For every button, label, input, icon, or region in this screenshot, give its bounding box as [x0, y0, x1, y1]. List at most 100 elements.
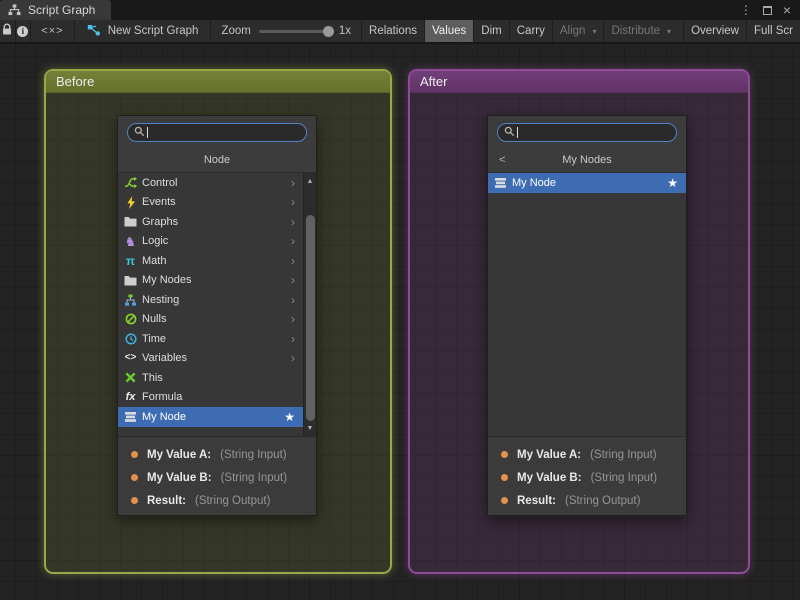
chevron-right-icon: › [291, 235, 299, 247]
variables-icon: <> [123, 353, 138, 363]
port-description: My Value A: (String Input) [118, 443, 316, 466]
favorite-star-icon[interactable]: ★ [667, 177, 682, 189]
chevron-right-icon: › [291, 352, 299, 364]
finder-list-item[interactable]: Control › [118, 173, 303, 193]
text-cursor [147, 127, 148, 138]
maximize-icon[interactable] [763, 6, 772, 15]
port-dot-icon [501, 497, 508, 504]
port-dot-icon [501, 474, 508, 481]
lock-icon [1, 23, 13, 39]
time-icon [123, 333, 138, 345]
scrollbar-thumb[interactable] [306, 215, 315, 421]
new-script-graph-button[interactable]: New Script Graph [75, 20, 212, 42]
toolbar-button[interactable]: Relations [361, 20, 424, 42]
finder-category-header: < My Nodes [488, 148, 686, 172]
chevron-right-icon: › [291, 255, 299, 267]
finder-list-item[interactable]: Events › [118, 193, 303, 213]
nulls-icon [123, 313, 138, 325]
toolbar-button[interactable]: Full Scr [746, 20, 800, 42]
chevron-right-icon: › [291, 333, 299, 345]
node-icon [493, 177, 508, 189]
info-button[interactable]: i [16, 20, 32, 42]
events-icon [123, 196, 138, 209]
group-after-header[interactable]: After [410, 71, 748, 93]
finder-category-header: Node [118, 148, 316, 172]
port-dot-icon [131, 451, 138, 458]
control-icon [123, 176, 138, 189]
nesting-icon [123, 294, 138, 306]
toolbar-button[interactable]: Dim [473, 20, 508, 42]
finder-list-item[interactable]: <> Variables › [118, 349, 303, 369]
chevron-right-icon: › [291, 313, 299, 325]
back-button[interactable]: < [499, 154, 505, 166]
search-input[interactable] [127, 123, 307, 142]
chevron-right-icon: › [291, 216, 299, 228]
this-icon [123, 372, 138, 383]
scroll-up-icon[interactable]: ▲ [304, 175, 316, 187]
finder-list-item[interactable]: π Math › [118, 251, 303, 271]
zoom-slider-handle[interactable] [323, 26, 334, 37]
tab-script-graph[interactable]: Script Graph [0, 0, 111, 20]
favorite-star-icon[interactable]: ★ [284, 411, 299, 423]
graph-canvas[interactable]: Before After Node [0, 44, 800, 600]
toolbar-button[interactable]: Values [424, 20, 473, 42]
finder-list-item[interactable]: My Nodes › [118, 271, 303, 291]
scroll-down-icon[interactable]: ▼ [304, 422, 316, 434]
port-description: My Value B: (String Input) [118, 466, 316, 489]
info-icon: i [17, 26, 28, 37]
folder-icon [123, 275, 138, 286]
scrollbar[interactable]: ▲ ▼ [303, 173, 316, 436]
finder-list-item[interactable]: My Node ★ [118, 407, 303, 427]
toolbar-button[interactable]: Overview [683, 20, 746, 42]
formula-icon: fx [123, 392, 138, 403]
tab-bar: Script Graph ⋮ × [0, 0, 800, 20]
close-icon[interactable]: × [783, 3, 791, 17]
dropdown-caret-icon: ▾ [667, 27, 671, 36]
finder-option-list: My Node ★ [488, 172, 686, 437]
hierarchy-icon [7, 4, 22, 16]
logic-icon: ♞ [123, 235, 138, 248]
finder-list-item[interactable]: Nesting › [118, 290, 303, 310]
unity-script-graph-window: Script Graph ⋮ × i <×> New Script Graph … [0, 0, 800, 600]
search-input[interactable] [497, 123, 677, 142]
finder-list-item[interactable]: ♞ Logic › [118, 232, 303, 252]
port-dot-icon [501, 451, 508, 458]
zoom-value: 1x [339, 25, 351, 37]
finder-list-item[interactable]: Nulls › [118, 310, 303, 330]
fuzzy-finder-before: Node Control › Event [117, 115, 317, 516]
lock-button[interactable] [0, 20, 16, 42]
node-port-summary: My Value A: (String Input) My Value B: (… [488, 437, 686, 515]
zoom-slider[interactable] [259, 30, 331, 33]
group-before-header[interactable]: Before [46, 71, 390, 93]
port-description: Result: (String Output) [118, 489, 316, 512]
toolbar-toggle-group: Relations Values Dim Carry [361, 20, 800, 42]
graph-node-icon [87, 24, 101, 39]
group-after-title: After [420, 74, 447, 89]
tab-label: Script Graph [28, 3, 95, 17]
window-controls: ⋮ × [740, 0, 800, 20]
finder-list-item[interactable]: My Node ★ [488, 173, 686, 193]
kebab-menu-icon[interactable]: ⋮ [740, 4, 752, 16]
chevron-right-icon: › [291, 177, 299, 189]
port-description: My Value A: (String Input) [488, 443, 686, 466]
toolbar-button[interactable]: Carry [509, 20, 552, 42]
graph-toolbar: i <×> New Script Graph Zoom 1x Relations [0, 20, 800, 43]
toolbar-button[interactable]: Distribute ▾ [603, 20, 678, 42]
fuzzy-finder-after: < My Nodes My Node ★ [487, 115, 687, 516]
finder-list-item[interactable]: Time › [118, 329, 303, 349]
zoom-label: Zoom [221, 25, 250, 37]
node-icon [123, 411, 138, 423]
finder-list-item[interactable]: Graphs › [118, 212, 303, 232]
toolbar-button[interactable]: Align ▾ [552, 20, 604, 42]
zoom-control: Zoom 1x [211, 20, 361, 42]
node-port-summary: My Value A: (String Input) My Value B: (… [118, 437, 316, 515]
finder-list-item[interactable]: fx Formula [118, 388, 303, 408]
text-cursor [517, 127, 518, 138]
search-icon [134, 124, 145, 142]
chevron-right-icon: › [291, 196, 299, 208]
port-dot-icon [131, 497, 138, 504]
math-icon: π [123, 255, 138, 267]
finder-list-item[interactable]: This [118, 368, 303, 388]
edit-source-button[interactable]: <×> [31, 20, 75, 42]
chevron-right-icon: › [291, 274, 299, 286]
